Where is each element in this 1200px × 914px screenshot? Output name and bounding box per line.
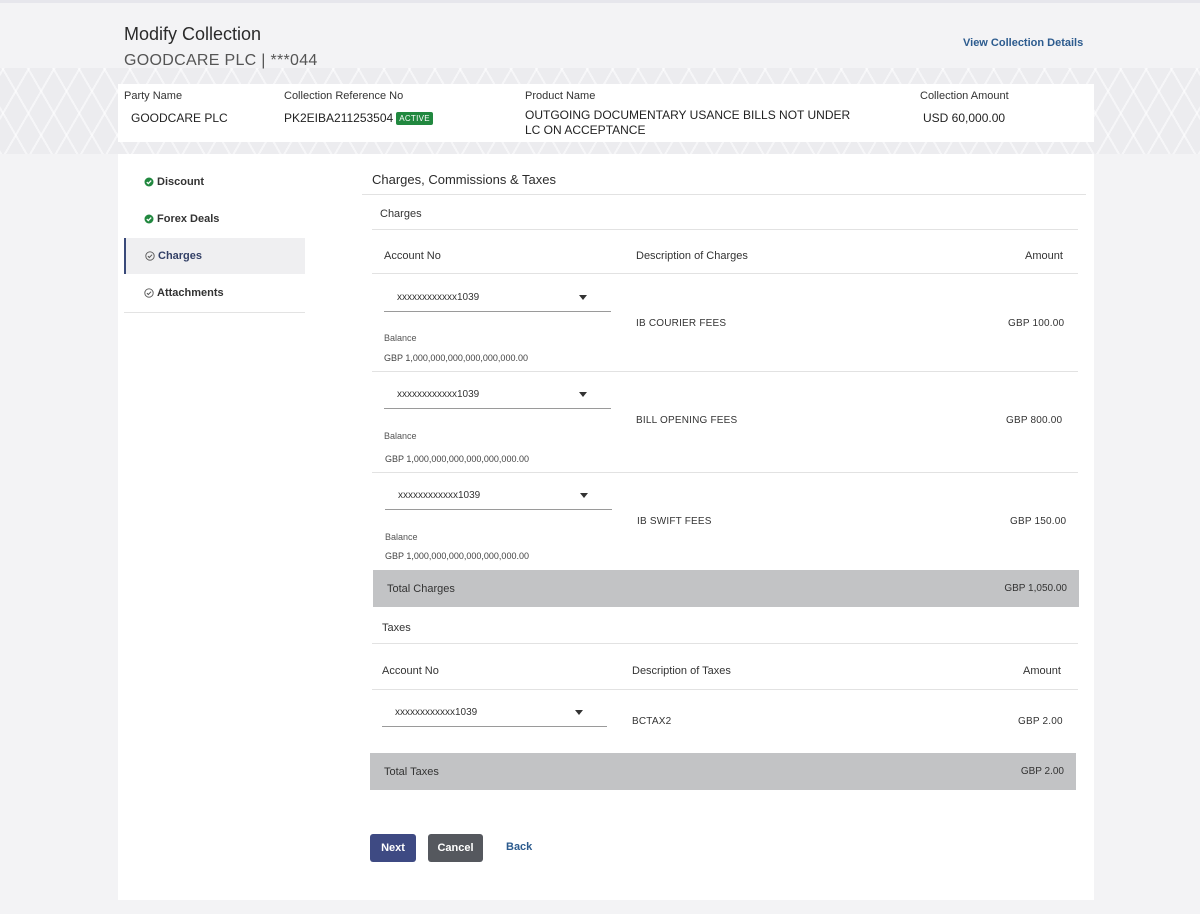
sidebar-item-charges[interactable]: Charges [124,238,305,274]
balance-label: Balance [384,431,417,441]
taxes-col-description: Description of Taxes [632,665,731,677]
total-charges-label: Total Charges [387,583,455,595]
total-charges-bar: Total Charges GBP 1,050.00 [373,570,1079,607]
section-title: Charges, Commissions & Taxes [372,172,556,187]
balance-label: Balance [385,532,418,542]
reference-value-row: PK2EIBA211253504 ACTIVE [284,111,433,126]
amount-value: USD 60,000.00 [923,111,1006,125]
charges-col-amount: Amount [1025,250,1063,262]
reference-value: PK2EIBA211253504 [284,111,394,125]
charge-description: IB COURIER FEES [636,318,727,329]
charge-amount: GBP 100.00 [1008,318,1065,329]
sidebar-item-discount[interactable]: Discount [124,164,305,200]
collection-summary: Party Name GOODCARE PLC Collection Refer… [118,84,1094,142]
taxes-header-divider [372,689,1078,690]
party-name-value: GOODCARE PLC [131,111,228,125]
select-value: xxxxxxxxxxxx1039 [397,389,480,400]
check-circle-filled-icon [144,214,154,224]
select-value: xxxxxxxxxxxx1039 [395,707,478,718]
sidebar-item-label: Discount [157,176,205,188]
party-name-block: Party Name GOODCARE PLC [124,90,228,125]
check-circle-outline-icon [145,251,155,261]
total-taxes-label: Total Taxes [384,766,439,778]
sidebar-item-forex-deals[interactable]: Forex Deals [124,201,305,237]
taxes-col-account: Account No [382,665,439,677]
taxes-title: Taxes [382,622,411,634]
chevron-down-icon [579,392,587,397]
step-sidebar: Discount Forex Deals Charges Attachments [124,164,305,313]
total-charges-value: GBP 1,050.00 [1004,583,1067,594]
charge-amount: GBP 800.00 [1006,415,1063,426]
tax-account-select[interactable]: xxxxxxxxxxxx1039 [382,703,607,727]
charges-header-divider [372,273,1078,274]
product-value-line1: OUTGOING DOCUMENTARY USANCE BILLS NOT UN… [525,108,851,122]
balance-value: GBP 1,000,000,000,000,000,000.00 [385,454,529,464]
section-divider [362,194,1086,195]
chevron-down-icon [580,493,588,498]
chevron-down-icon [575,710,583,715]
cancel-button[interactable]: Cancel [428,834,483,862]
amount-label: Collection Amount [920,90,1009,102]
balance-value: GBP 1,000,000,000,000,000,000.00 [384,353,528,363]
select-value: xxxxxxxxxxxx1039 [398,490,481,501]
charge-account-select[interactable]: xxxxxxxxxxxx1039 [384,385,611,409]
page-subtitle: GOODCARE PLC | ***044 [124,52,318,69]
check-circle-outline-icon [144,288,154,298]
taxes-title-divider [372,643,1078,644]
charge-account-select[interactable]: xxxxxxxxxxxx1039 [385,486,612,510]
row-divider [372,472,1078,473]
product-value: OUTGOING DOCUMENTARY USANCE BILLS NOT UN… [525,108,850,138]
view-collection-details-link[interactable]: View Collection Details [963,37,1083,49]
charges-col-description: Description of Charges [636,250,748,262]
total-taxes-value: GBP 2.00 [1020,766,1064,777]
charge-description: BILL OPENING FEES [636,415,738,426]
tax-description: BCTAX2 [632,716,672,727]
amount-block: Collection Amount USD 60,000.00 [920,90,1009,125]
sidebar-divider [124,312,305,313]
product-value-line2: LC ON ACCEPTANCE [525,123,646,137]
party-name-label: Party Name [124,90,183,102]
page-title: Modify Collection [124,24,262,44]
product-label: Product Name [525,90,596,102]
charges-col-account: Account No [384,250,441,262]
row-divider [372,371,1078,372]
sidebar-item-label: Charges [158,250,203,262]
charge-amount: GBP 150.00 [1010,516,1067,527]
chevron-down-icon [579,295,587,300]
total-taxes-bar: Total Taxes GBP 2.00 [370,753,1076,790]
reference-block: Collection Reference No PK2EIBA211253504… [284,90,433,126]
sidebar-item-label: Attachments [157,287,224,299]
sidebar-item-label: Forex Deals [157,213,220,225]
balance-label: Balance [384,333,417,343]
taxes-col-amount: Amount [1023,665,1061,677]
back-link[interactable]: Back [506,841,532,853]
check-circle-filled-icon [144,177,154,187]
top-shadow [0,0,1200,3]
sidebar-item-attachments[interactable]: Attachments [124,275,305,311]
tax-amount: GBP 2.00 [1018,716,1063,727]
charge-account-select[interactable]: xxxxxxxxxxxx1039 [384,288,611,312]
balance-value: GBP 1,000,000,000,000,000,000.00 [385,551,529,561]
select-value: xxxxxxxxxxxx1039 [397,292,480,303]
charges-title: Charges [380,208,422,220]
product-block: Product Name OUTGOING DOCUMENTARY USANCE… [525,90,850,138]
next-button[interactable]: Next [370,834,416,862]
charge-description: IB SWIFT FEES [637,516,712,527]
charges-title-divider [372,229,1078,230]
reference-label: Collection Reference No [284,90,404,102]
status-badge: ACTIVE [396,112,433,126]
